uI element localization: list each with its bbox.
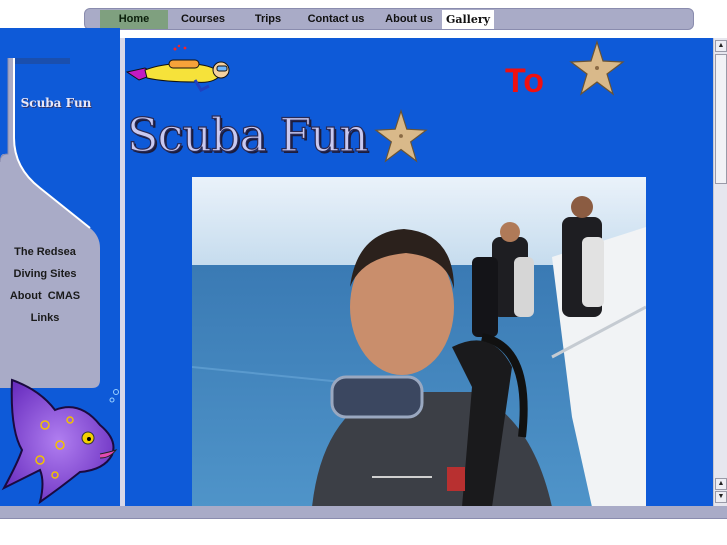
vertical-scrollbar[interactable]: ▲ ▲ ▼ [713, 38, 727, 506]
sidebar-link-links[interactable]: Links [4, 312, 86, 324]
sidebar-link-redsea[interactable]: The Redsea [4, 246, 86, 258]
nav-gallery-link[interactable]: Gallery [442, 10, 494, 29]
bottom-strip [0, 506, 727, 519]
sidebar-link-about-cmas[interactable]: About CMAS [4, 290, 86, 302]
nav-home-link[interactable]: Home [100, 10, 168, 29]
to-heading: To [505, 62, 545, 100]
starfish-icon [374, 108, 428, 163]
starfish-icon [569, 40, 625, 96]
nav-about-link[interactable]: About us [374, 10, 444, 29]
site-title: Scuba Fun [126, 107, 369, 162]
nav-courses-link[interactable]: Courses [168, 10, 238, 29]
scroll-up-button-lower[interactable]: ▲ [715, 478, 727, 490]
fish-icon [0, 370, 122, 505]
nav-contact-link[interactable]: Contact us [298, 10, 374, 29]
scroll-up-button[interactable]: ▲ [715, 40, 727, 52]
nav-trips-link[interactable]: Trips [238, 10, 298, 29]
main-content: To Scuba Fun [125, 38, 713, 506]
scuba-diver-icon [125, 44, 230, 92]
scroll-down-button[interactable]: ▼ [715, 491, 727, 503]
nav-bar: Home Courses Trips Contact us About us G… [84, 8, 694, 30]
scroll-thumb[interactable] [715, 54, 727, 184]
sidebar-logo-text: Scuba Fun [20, 96, 92, 110]
diver-photo [192, 177, 646, 506]
sidebar-link-diving-sites[interactable]: Diving Sites [4, 268, 86, 280]
